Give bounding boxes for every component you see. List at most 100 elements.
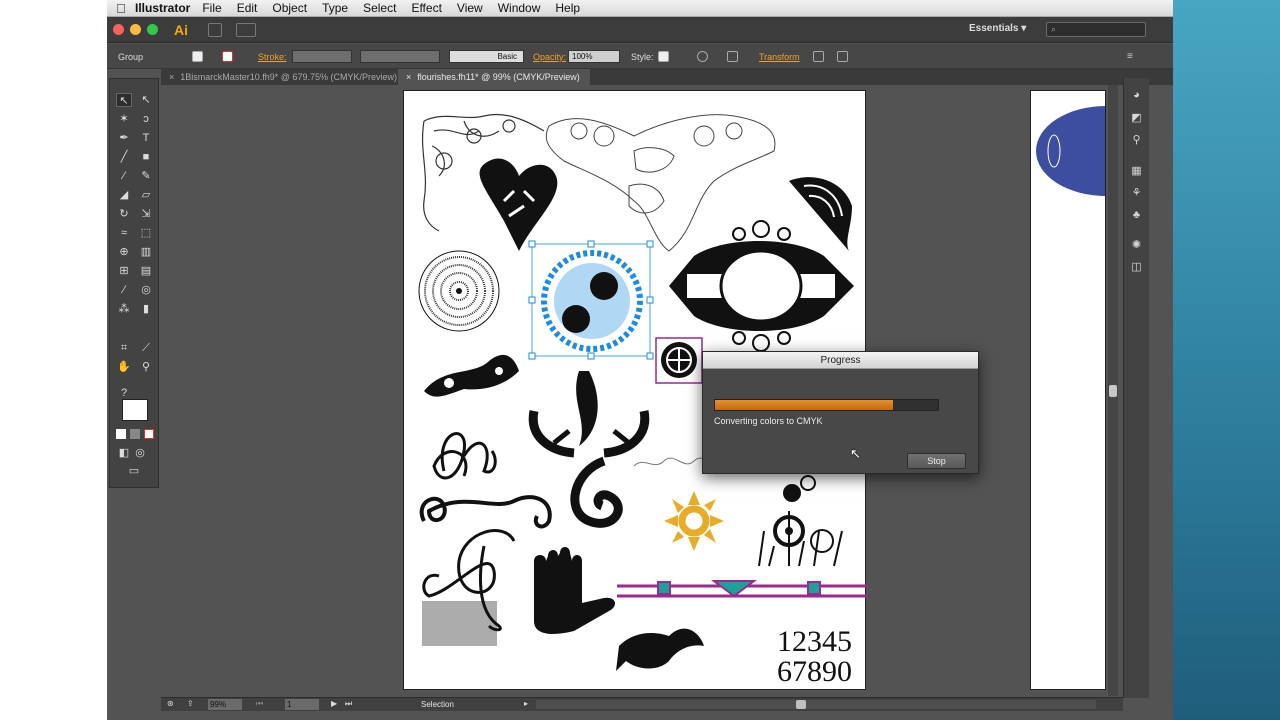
rotate-tool-icon[interactable]: ↻: [116, 207, 132, 221]
scale-tool-icon[interactable]: ⇲: [138, 207, 154, 221]
isolate-group-icon[interactable]: [813, 51, 824, 62]
blend-tool-icon[interactable]: ◎: [138, 283, 154, 297]
fill-swatch-icon[interactable]: [192, 51, 203, 62]
hand-silhouette[interactable]: [534, 547, 616, 634]
menu-object[interactable]: Object: [272, 1, 307, 15]
opacity-link[interactable]: Opacity:: [533, 52, 566, 62]
panel-menu-icon[interactable]: ≡: [1127, 51, 1138, 62]
free-transform-tool-icon[interactable]: ⬚: [138, 226, 154, 240]
eraser-tool-icon[interactable]: ▱: [138, 188, 154, 202]
menu-select[interactable]: Select: [363, 1, 396, 15]
menu-edit[interactable]: Edit: [237, 1, 258, 15]
lasso-tool-icon[interactable]: ↄ: [138, 112, 154, 126]
eyedropper-tool-icon[interactable]: ⁄: [116, 283, 132, 297]
swirl-flourish[interactable]: [419, 495, 552, 529]
perspective-grid-tool-icon[interactable]: ▥: [138, 245, 154, 259]
transform-link[interactable]: Transform: [759, 52, 800, 62]
symbols-panel-icon[interactable]: ♣: [1129, 208, 1144, 222]
zoom-tool-icon[interactable]: ⚲: [138, 360, 154, 374]
line-tool-icon[interactable]: ╱: [116, 150, 132, 164]
artboard-nav-icon[interactable]: ⊛: [167, 699, 174, 708]
none-mode-icon[interactable]: [144, 429, 154, 439]
align-icon[interactable]: [727, 51, 738, 62]
color-mode-icon[interactable]: [116, 429, 126, 439]
thorn-spiral[interactable]: [570, 456, 623, 528]
rectangle-tool-icon[interactable]: ■: [138, 150, 154, 164]
stroke-weight-field[interactable]: [292, 50, 352, 63]
last-artboard-icon[interactable]: ⏭: [345, 699, 352, 709]
brushes-panel-icon[interactable]: ⚘: [1129, 186, 1144, 200]
brush-definition[interactable]: Basic: [449, 50, 524, 63]
pen-tool-icon[interactable]: ✒: [116, 131, 132, 145]
dove-silhouette[interactable]: [616, 628, 704, 671]
vertical-scrollbar[interactable]: [1108, 85, 1118, 696]
status-menu-icon[interactable]: ▸: [524, 699, 528, 708]
type-tool-icon[interactable]: T: [138, 131, 154, 145]
slice-tool-icon[interactable]: ⟋: [138, 341, 154, 355]
horizontal-scrollbar[interactable]: [536, 700, 1096, 709]
search-input[interactable]: ⌕: [1046, 22, 1146, 37]
stop-button[interactable]: Stop: [907, 453, 966, 469]
mesh-tool-icon[interactable]: ⊞: [116, 264, 132, 278]
magic-wand-tool-icon[interactable]: ✶: [116, 112, 132, 126]
pencil-tool-icon[interactable]: ✎: [138, 169, 154, 183]
hand-tool-icon[interactable]: ✋: [116, 360, 132, 374]
gradient-mode-icon[interactable]: [130, 429, 140, 439]
status-text[interactable]: Selection: [421, 700, 454, 709]
tab-flourishes[interactable]: × flourishes.fh11* @ 99% (CMYK/Preview): [398, 69, 590, 85]
draw-behind-icon[interactable]: ◎: [132, 446, 148, 460]
artboard-number-field[interactable]: 1: [285, 699, 319, 710]
warp-tool-icon[interactable]: ≈: [116, 226, 132, 240]
frame-ornament[interactable]: [669, 220, 854, 352]
tab-bismarck-master[interactable]: × 1BismarckMaster10.fh9* @ 679.75% (CMYK/…: [161, 69, 397, 85]
appearance-panel-icon[interactable]: ⚲: [1129, 133, 1144, 147]
menu-type[interactable]: Type: [322, 1, 348, 15]
layers-panel-icon[interactable]: ◫: [1129, 260, 1144, 274]
paintbrush-tool-icon[interactable]: ∕: [116, 169, 132, 183]
fill-stroke-indicator[interactable]: [122, 399, 148, 421]
flame-wreath[interactable]: [528, 371, 650, 458]
draw-normal-icon[interactable]: ◧: [116, 446, 132, 460]
selection-tool-icon[interactable]: ↖: [116, 93, 132, 107]
first-artboard-icon[interactable]: ⏮: [256, 699, 263, 709]
flower-cluster[interactable]: [758, 475, 843, 567]
bridge-icon[interactable]: [208, 22, 222, 37]
menu-effect[interactable]: Effect: [411, 1, 441, 15]
selected-yin-yang-art[interactable]: [528, 240, 654, 360]
art-deco-border[interactable]: [617, 580, 867, 598]
monogram[interactable]: [432, 432, 497, 480]
recolor-artwork-icon[interactable]: [697, 51, 708, 62]
menu-view[interactable]: View: [457, 1, 483, 15]
blob-brush-tool-icon[interactable]: ◢: [116, 188, 132, 202]
vine-flourish[interactable]: [424, 354, 519, 397]
artboard-tool-icon[interactable]: ⌗: [116, 341, 132, 355]
close-tab-icon[interactable]: ×: [406, 72, 411, 82]
swatches-panel-icon[interactable]: ▦: [1129, 164, 1144, 178]
arrange-documents-icon[interactable]: [236, 22, 256, 37]
vertical-scroll-thumb[interactable]: [1109, 385, 1117, 397]
blue-ellipse-shape[interactable]: [1036, 106, 1106, 196]
column-graph-tool-icon[interactable]: ▮: [138, 302, 154, 316]
app-name-menu[interactable]: Illustrator: [135, 1, 190, 15]
stroke-swatch-icon[interactable]: [222, 51, 233, 62]
workspace-switcher[interactable]: Essentials ▾: [969, 23, 1026, 34]
screen-mode-icon[interactable]: ▭: [126, 464, 142, 478]
close-window-button[interactable]: [113, 24, 124, 35]
zoom-window-button[interactable]: [147, 24, 158, 35]
numerals-artwork[interactable]: 12345 67890: [777, 625, 852, 688]
apple-icon[interactable]: : [107, 1, 135, 16]
variable-width-profile[interactable]: [360, 50, 440, 63]
small-medallion[interactable]: [655, 337, 703, 384]
guilloche-disc[interactable]: [418, 250, 500, 332]
menu-file[interactable]: File: [202, 1, 221, 15]
arc-ornament[interactable]: [789, 177, 852, 251]
horizontal-scroll-thumb[interactable]: [796, 700, 806, 709]
color-panel-icon[interactable]: ◕: [1129, 88, 1144, 102]
close-tab-icon[interactable]: ×: [169, 72, 174, 82]
menu-window[interactable]: Window: [498, 1, 541, 15]
thorny-heart[interactable]: [479, 158, 558, 251]
share-icon[interactable]: ⇪: [187, 699, 194, 708]
opacity-field[interactable]: 100%: [568, 50, 620, 63]
default-colors-icon[interactable]: ?: [116, 386, 132, 400]
shape-builder-tool-icon[interactable]: ⊕: [116, 245, 132, 259]
